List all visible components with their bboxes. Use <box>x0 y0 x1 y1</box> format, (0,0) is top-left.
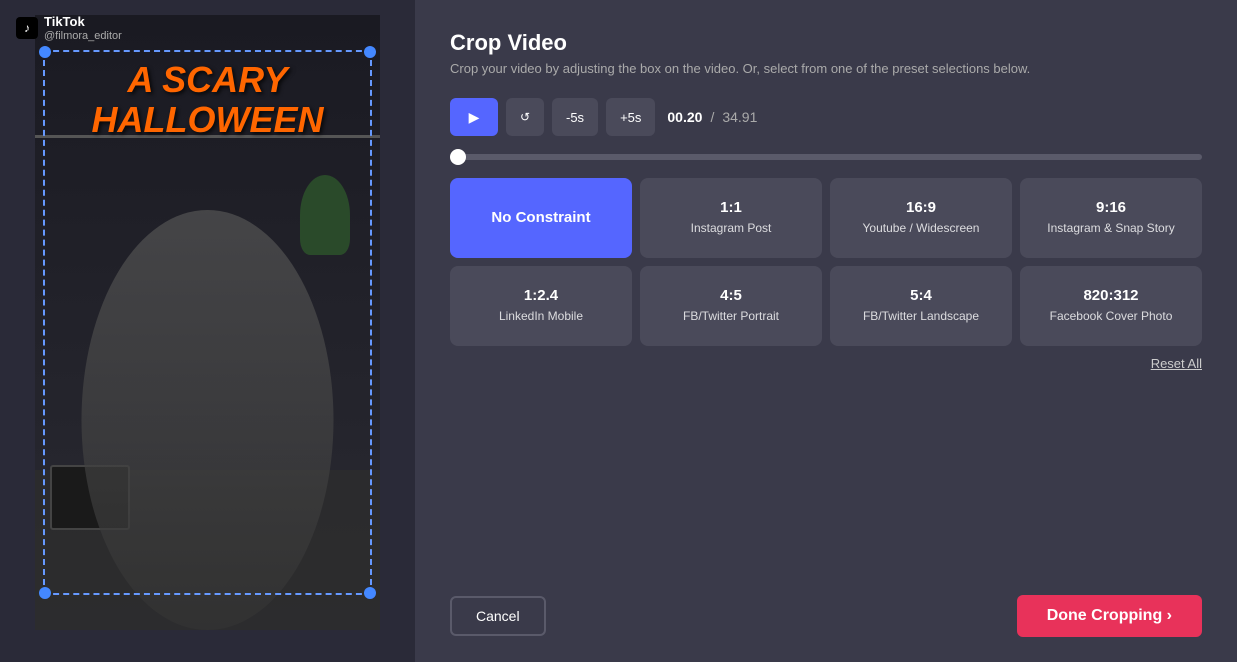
preset-ratio-6: 5:4 <box>910 287 932 305</box>
preset-ratio-0: No Constraint <box>491 209 590 227</box>
done-cropping-button[interactable]: Done Cropping › <box>1017 595 1202 637</box>
reset-icon: ↺ <box>520 110 530 124</box>
preset-button-3[interactable]: 9:16 Instagram & Snap Story <box>1020 178 1202 258</box>
preset-ratio-7: 820:312 <box>1083 287 1138 305</box>
current-time: 00.20 <box>667 109 702 125</box>
bottom-actions: Cancel Done Cropping › <box>450 595 1202 637</box>
skip-back-button[interactable]: -5s <box>552 98 598 136</box>
crop-handle-bottom-right[interactable] <box>364 587 376 599</box>
reset-button[interactable]: ↺ <box>506 98 544 136</box>
controls-row: ▶ ↺ -5s +5s 00.20 / 34.91 <box>450 98 1202 136</box>
presets-grid: No Constraint 1:1 Instagram Post 16:9 Youtub… <box>450 178 1202 346</box>
preset-ratio-3: 9:16 <box>1096 199 1126 217</box>
reset-all-button[interactable]: Reset All <box>1151 356 1202 371</box>
crop-handle-bottom-left[interactable] <box>39 587 51 599</box>
preset-label-4: LinkedIn Mobile <box>499 309 583 325</box>
preset-label-7: Facebook Cover Photo <box>1050 309 1173 325</box>
crop-overlay[interactable] <box>43 50 372 595</box>
play-icon: ▶ <box>469 109 480 126</box>
video-panel: ♪ TikTok @filmora_editor A SCARYHALLOWEE… <box>0 0 415 662</box>
preset-ratio-2: 16:9 <box>906 199 936 217</box>
preset-label-2: Youtube / Widescreen <box>863 221 980 237</box>
preset-button-0[interactable]: No Constraint <box>450 178 632 258</box>
preset-ratio-4: 1:2.4 <box>524 287 558 305</box>
preset-label-6: FB/Twitter Landscape <box>863 309 979 325</box>
preset-ratio-5: 4:5 <box>720 287 742 305</box>
play-button[interactable]: ▶ <box>450 98 498 136</box>
video-container: A SCARYHALLOWEEN <box>35 15 380 630</box>
header-block: Crop Video Crop your video by adjusting … <box>450 30 1202 78</box>
tiktok-title: TikTok <box>44 14 122 30</box>
preset-button-5[interactable]: 4:5 FB/Twitter Portrait <box>640 266 822 346</box>
preset-label-5: FB/Twitter Portrait <box>683 309 779 325</box>
tiktok-handle: @filmora_editor <box>44 30 122 42</box>
preset-button-4[interactable]: 1:2.4 LinkedIn Mobile <box>450 266 632 346</box>
time-separator: / <box>710 109 714 125</box>
panel-subtitle: Crop your video by adjusting the box on … <box>450 60 1202 78</box>
preset-button-7[interactable]: 820:312 Facebook Cover Photo <box>1020 266 1202 346</box>
progress-bar[interactable] <box>450 154 1202 160</box>
preset-button-6[interactable]: 5:4 FB/Twitter Landscape <box>830 266 1012 346</box>
skip-forward-button[interactable]: +5s <box>606 98 655 136</box>
crop-handle-top-left[interactable] <box>39 46 51 58</box>
tiktok-info: TikTok @filmora_editor <box>44 14 122 42</box>
tiktok-header: ♪ TikTok @filmora_editor <box>16 14 122 42</box>
preset-label-1: Instagram Post <box>691 221 772 237</box>
tiktok-logo-icon: ♪ <box>16 17 38 39</box>
preset-label-3: Instagram & Snap Story <box>1047 221 1174 237</box>
total-time: 34.91 <box>722 109 757 125</box>
crop-handle-top-right[interactable] <box>364 46 376 58</box>
preset-button-2[interactable]: 16:9 Youtube / Widescreen <box>830 178 1012 258</box>
progress-thumb[interactable] <box>450 149 466 165</box>
reset-row: Reset All <box>450 356 1202 371</box>
preset-button-1[interactable]: 1:1 Instagram Post <box>640 178 822 258</box>
cancel-button[interactable]: Cancel <box>450 596 546 636</box>
right-panel: Crop Video Crop your video by adjusting … <box>415 0 1237 662</box>
preset-ratio-1: 1:1 <box>720 199 742 217</box>
panel-title: Crop Video <box>450 30 1202 56</box>
